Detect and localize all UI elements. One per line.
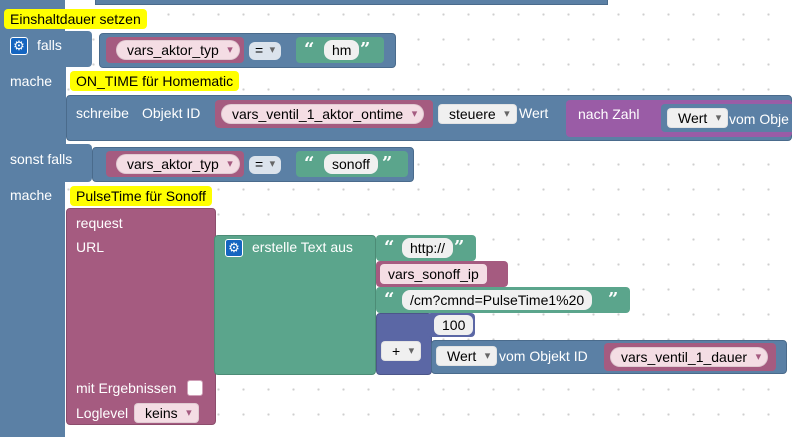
variable-sonoff-ip[interactable]: vars_sonoff_ip xyxy=(380,264,487,284)
from-object-label-1: vom Obje xyxy=(729,111,789,127)
comment-set-duration[interactable]: Einshaltdauer setzen xyxy=(4,9,147,29)
quote-open-icon: “ xyxy=(384,289,395,310)
variable-dauer-dropdown[interactable]: vars_ventil_1_dauer xyxy=(610,347,769,367)
gear-icon[interactable]: ⚙ xyxy=(10,37,28,55)
object-id-label: Objekt ID xyxy=(142,105,201,121)
to-number-label: nach Zahl xyxy=(578,106,640,122)
quote-open-icon: “ xyxy=(304,153,315,174)
do-label-2: mache xyxy=(10,187,53,203)
loglevel-label: Loglevel xyxy=(76,405,129,421)
quote-close-icon: ” xyxy=(382,153,393,174)
variable-dropdown-1[interactable]: vars_aktor_typ xyxy=(116,40,240,60)
text-sonoff[interactable]: sonoff xyxy=(324,154,378,174)
quote-close-icon: ” xyxy=(608,289,619,310)
text-cmnd[interactable]: /cm?cmnd=PulseTime1%20 xyxy=(402,290,593,310)
quote-close-icon: ” xyxy=(454,237,465,258)
field-dropdown-2[interactable]: Wert xyxy=(436,346,498,366)
variable-dropdown-2[interactable]: vars_aktor_typ xyxy=(116,154,240,174)
quote-open-icon: “ xyxy=(304,39,315,60)
elseif-label: sonst falls xyxy=(10,151,73,167)
write-label: schreibe xyxy=(76,105,129,121)
operator-dropdown-2[interactable]: = xyxy=(249,156,282,174)
comment-on-time[interactable]: ON_TIME für Homematic xyxy=(70,71,240,91)
field-dropdown-1[interactable]: Wert xyxy=(667,108,729,128)
request-title: request xyxy=(76,215,123,231)
gear-icon[interactable]: ⚙ xyxy=(225,239,243,257)
loglevel-dropdown[interactable]: keins xyxy=(134,403,199,423)
if-label: falls xyxy=(37,37,62,53)
previous-block-stub[interactable] xyxy=(95,0,608,5)
operator-dropdown-1[interactable]: = xyxy=(249,42,282,60)
text-http[interactable]: http:// xyxy=(402,238,454,258)
quote-open-icon: “ xyxy=(384,237,395,258)
comment-pulsetime[interactable]: PulseTime für Sonoff xyxy=(70,186,212,206)
text-hm[interactable]: hm xyxy=(324,40,360,60)
url-label: URL xyxy=(76,239,105,255)
checkbox-icon[interactable] xyxy=(187,380,203,396)
quote-close-icon: ” xyxy=(360,39,371,60)
with-results-label: mit Ergebnissen xyxy=(76,380,177,396)
object-var-dropdown[interactable]: vars_ventil_1_aktor_ontime xyxy=(221,104,425,124)
value-label: Wert xyxy=(519,105,549,121)
mode-dropdown[interactable]: steuere xyxy=(438,104,517,124)
math-operator-dropdown[interactable]: + xyxy=(381,341,422,361)
text-join-label: erstelle Text aus xyxy=(252,239,353,255)
from-object-label-2: vom Objekt ID xyxy=(499,348,588,364)
number-100[interactable]: 100 xyxy=(434,315,474,335)
do-label: mache xyxy=(10,73,53,89)
